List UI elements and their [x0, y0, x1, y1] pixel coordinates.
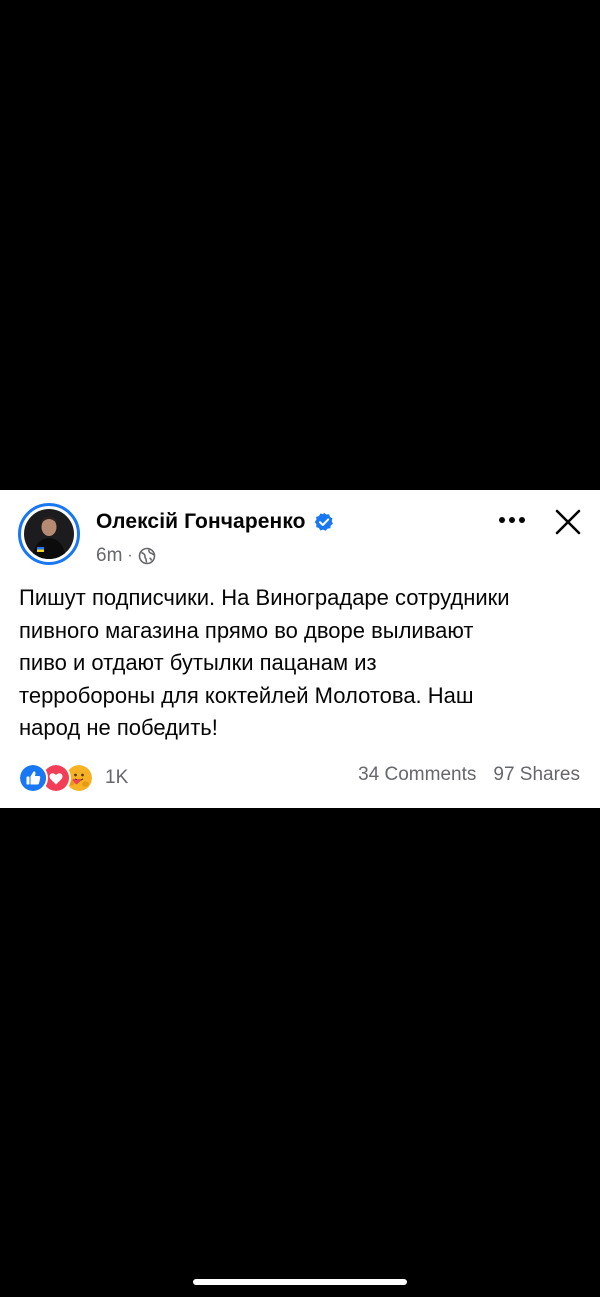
meta-separator: · — [127, 547, 133, 564]
post-text: Пишут подписчики. На Виноградаре сотрудн… — [19, 585, 510, 740]
verified-badge-icon — [314, 512, 333, 531]
home-indicator[interactable] — [193, 1279, 407, 1285]
post-card: Олексій Гончаренко 6m · Пишут подписчики… — [0, 490, 600, 808]
more-options-button[interactable] — [496, 506, 528, 534]
close-icon — [555, 509, 581, 535]
hide-post-button[interactable] — [552, 506, 584, 538]
comments-count-link[interactable]: 34 Comments — [358, 764, 476, 786]
shares-count-link[interactable]: 97 Shares — [493, 764, 580, 786]
avatar-photo — [24, 509, 74, 559]
post-time[interactable]: 6m — [96, 545, 122, 567]
author-row: Олексій Гончаренко — [96, 510, 334, 534]
post-meta: 6m · — [96, 545, 156, 567]
reaction-count: 1K — [105, 767, 129, 788]
more-dots-icon — [499, 517, 525, 523]
like-icon — [18, 763, 48, 793]
post-stats: 34 Comments 97 Shares — [358, 764, 580, 786]
author-name[interactable]: Олексій Гончаренко — [96, 510, 306, 534]
author-avatar[interactable] — [18, 503, 80, 565]
reactions-summary[interactable]: 1K — [18, 763, 128, 793]
globe-icon — [138, 547, 156, 565]
